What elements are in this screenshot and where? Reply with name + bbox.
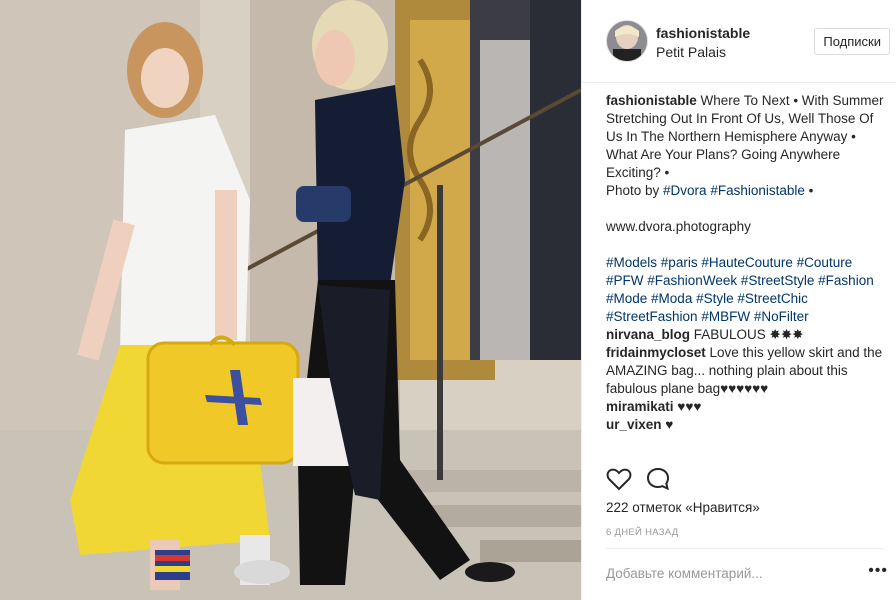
hashtag-link[interactable]: #HauteCouture [701, 255, 793, 270]
heart-icon[interactable] [606, 467, 632, 491]
header-username[interactable]: fashionistable [656, 25, 750, 41]
more-icon[interactable]: ••• [868, 562, 888, 580]
comment-username[interactable]: miramikati [606, 399, 674, 414]
comment-username[interactable]: ur_vixen [606, 417, 662, 432]
comment-item: ur_vixen ♥ [606, 416, 891, 434]
photo-by-text: Photo by [606, 183, 664, 198]
post-details-panel: fashionistable Petit Palais Подписки fas… [581, 0, 896, 600]
post-actions [606, 467, 891, 493]
post-header: fashionistable Petit Palais Подписки [582, 0, 896, 83]
add-comment-input[interactable]: Добавьте комментарий... [606, 566, 763, 581]
comment-icon[interactable] [646, 467, 672, 491]
hashtag-link[interactable]: #Models [606, 255, 657, 270]
comment-item: miramikati ♥♥♥ [606, 398, 891, 416]
post-photo[interactable] [0, 0, 581, 600]
hashtag-link[interactable]: #paris [661, 255, 698, 270]
hashtag-link[interactable]: #MBFW [701, 309, 750, 324]
hashtag-link[interactable]: #FashionWeek [647, 273, 737, 288]
hashtag-link[interactable]: #StreetChic [737, 291, 808, 306]
hashtag-list: #Models #paris #HauteCouture #Couture #P… [606, 254, 891, 326]
caption-credit: Photo by #Dvora #Fashionistable • [606, 182, 891, 200]
comment-item: nirvana_blog FABULOUS ✸✸✸ [606, 326, 891, 344]
hashtag-link[interactable]: #NoFilter [754, 309, 809, 324]
post-timestamp[interactable]: 6 ДНЕЙ НАЗАД [606, 527, 679, 538]
hashtag-link[interactable]: #Fashionistable [710, 183, 805, 198]
hashtag-link[interactable]: #Fashion [818, 273, 874, 288]
comment-item: fridainmycloset Love this yellow skirt a… [606, 344, 891, 398]
hashtag-link[interactable]: #StreetFashion [606, 309, 698, 324]
comment-text: FABULOUS ✸✸✸ [690, 327, 804, 342]
avatar[interactable] [606, 20, 648, 62]
comment-text: ♥ [661, 417, 674, 432]
hashtag-link[interactable]: #Style [696, 291, 734, 306]
follow-button[interactable]: Подписки [814, 28, 890, 55]
comments-list: fashionistable Where To Next • With Summ… [606, 92, 891, 434]
caption-username[interactable]: fashionistable [606, 93, 697, 108]
website-text: www.dvora.photography [606, 219, 751, 234]
hashtag-link[interactable]: #PFW [606, 273, 644, 288]
hashtag-link[interactable]: #Mode [606, 291, 647, 306]
bullet-text: • [804, 183, 814, 198]
comment-username[interactable]: nirvana_blog [606, 327, 690, 342]
comment-text: ♥♥♥ [673, 399, 702, 414]
hashtag-link[interactable]: #Moda [651, 291, 692, 306]
caption: fashionistable Where To Next • With Summ… [606, 92, 891, 182]
divider [606, 548, 884, 549]
hashtag-link[interactable]: #StreetStyle [741, 273, 815, 288]
hashtag-link[interactable]: #Dvora [663, 183, 707, 198]
header-location[interactable]: Petit Palais [656, 44, 726, 60]
likes-count[interactable]: 222 отметок «Нравится» [606, 500, 760, 515]
comment-username[interactable]: fridainmycloset [606, 345, 706, 360]
hashtag-link[interactable]: #Couture [797, 255, 853, 270]
